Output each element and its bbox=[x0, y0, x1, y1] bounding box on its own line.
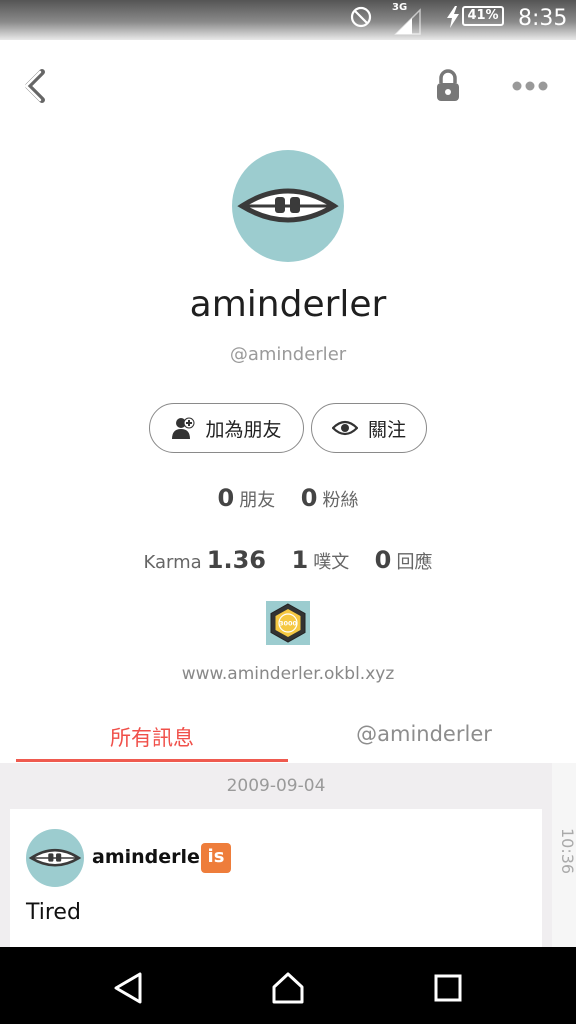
activity-stats: Karma 1.36 1 噗文 0 回應 bbox=[0, 546, 576, 574]
fans-count: 0 bbox=[300, 484, 318, 512]
active-tab-indicator bbox=[16, 759, 288, 762]
plurks-label: 噗文 bbox=[313, 552, 350, 573]
do-not-disturb-icon bbox=[350, 6, 372, 28]
post-avatar[interactable] bbox=[26, 829, 84, 887]
add-user-icon bbox=[172, 417, 195, 439]
post-content: Tired bbox=[26, 900, 81, 925]
nav-back-icon[interactable] bbox=[108, 970, 148, 1006]
responses-count: 0 bbox=[374, 546, 392, 574]
plurks-count: 1 bbox=[291, 546, 309, 574]
badge-text: 3000 bbox=[279, 620, 298, 628]
clock: 8:35 bbox=[518, 6, 568, 31]
social-stats: 0 朋友 0 粉絲 bbox=[0, 484, 576, 512]
website-link[interactable]: www.aminderler.okbl.xyz bbox=[0, 664, 576, 684]
nav-recents-icon[interactable] bbox=[428, 970, 468, 1006]
fans-label: 粉絲 bbox=[322, 490, 359, 511]
post-card[interactable] bbox=[10, 809, 542, 947]
signal-icon: 3G bbox=[392, 2, 424, 35]
tab-mentions[interactable]: @aminderler bbox=[288, 722, 560, 760]
friends-label: 朋友 bbox=[239, 490, 276, 511]
add-friend-button[interactable]: 加為朋友 bbox=[149, 403, 304, 453]
follow-button[interactable]: 關注 bbox=[311, 403, 427, 453]
responses-label: 回應 bbox=[396, 552, 433, 573]
add-friend-label: 加為朋友 bbox=[205, 418, 282, 441]
tab-all-messages[interactable]: 所有訊息 bbox=[16, 722, 288, 760]
post-time: 10:36 bbox=[558, 828, 576, 875]
sleepy-eye-icon bbox=[237, 188, 339, 223]
hexagon-badge-icon: 3000 bbox=[270, 603, 306, 643]
nav-home-icon[interactable] bbox=[268, 970, 308, 1006]
battery-icon: 41% bbox=[462, 6, 504, 26]
post-author[interactable]: aminderler bbox=[92, 846, 209, 868]
avatar[interactable] bbox=[232, 150, 344, 262]
date-separator: 2009-09-04 bbox=[226, 776, 326, 796]
chevron-left-icon[interactable] bbox=[18, 66, 52, 106]
friends-count: 0 bbox=[217, 484, 235, 512]
profile-name: aminderler bbox=[189, 284, 387, 325]
karma-badge[interactable]: 3000 bbox=[266, 601, 310, 645]
battery-level: 41% bbox=[467, 8, 499, 23]
karma-value: 1.36 bbox=[206, 546, 266, 574]
charging-icon bbox=[447, 6, 459, 28]
status-bar: 3G 41% 8:35 bbox=[0, 0, 576, 40]
post-qualifier: is bbox=[201, 843, 231, 873]
more-dots-icon[interactable] bbox=[510, 76, 550, 96]
profile-handle: @aminderler bbox=[229, 344, 347, 365]
karma-label: Karma bbox=[143, 552, 202, 573]
lock-icon[interactable] bbox=[430, 66, 466, 106]
sleepy-eye-icon bbox=[28, 848, 82, 867]
follow-label: 關注 bbox=[367, 418, 406, 441]
eye-icon bbox=[331, 420, 358, 436]
